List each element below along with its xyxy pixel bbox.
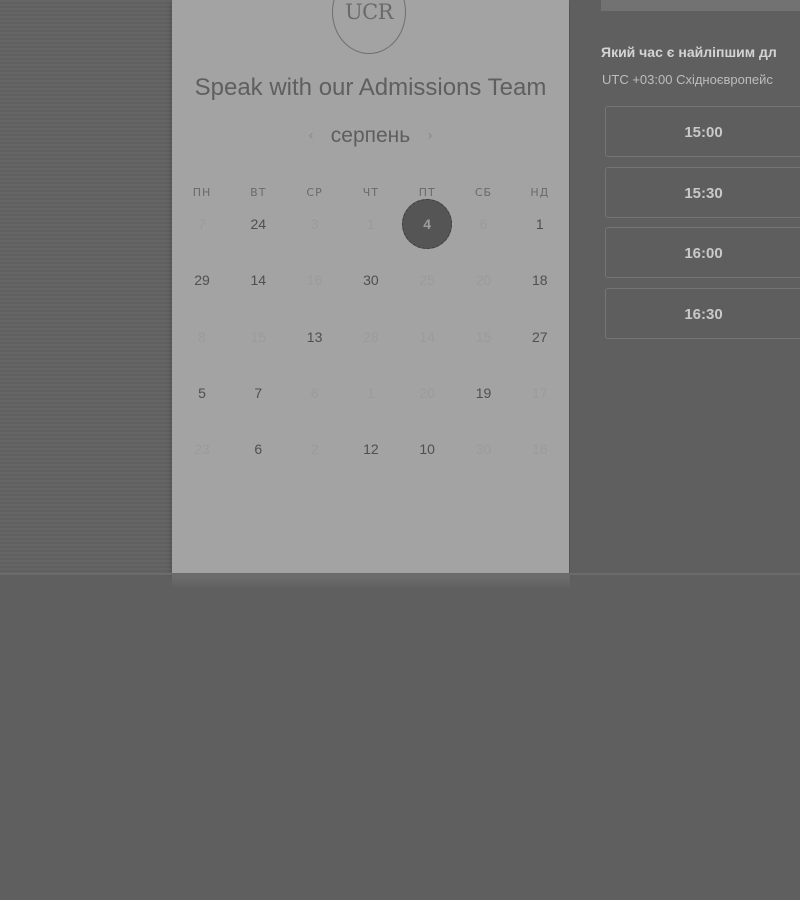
calendar-day: 6 — [310, 384, 319, 401]
ucr-logo: UCR — [332, 0, 406, 54]
month-label: серпень — [330, 124, 411, 147]
scheduler-page: UCR Speak with our Admissions Team ‹ сер… — [0, 0, 800, 900]
calendar-day: 7 — [198, 216, 206, 232]
weekday-label: ПН — [192, 186, 212, 199]
calendar-day[interactable]: 27 — [512, 315, 568, 359]
calendar-day[interactable]: 5 — [174, 371, 230, 415]
card-shadow — [172, 575, 570, 589]
calendar-grid: 7 24 3 1 4 6 1 29 14 16 30 25 20 18 8 15 13 28 14 15 27 5 7 6 1 2… — [174, 199, 569, 484]
top-button[interactable] — [601, 0, 800, 11]
calendar-day: 8 — [198, 328, 206, 345]
calendar-day: 20 — [475, 272, 492, 289]
calendar-day[interactable]: 6 — [230, 427, 286, 471]
time-slot-button[interactable]: 15:30 — [605, 166, 800, 218]
calendar-day: 3 — [310, 216, 319, 232]
calendar-day: 1 — [366, 216, 375, 232]
calendar-day: 25 — [419, 272, 435, 289]
calendar-day: 30 — [475, 441, 492, 458]
calendar-day: 14 — [419, 328, 435, 345]
calendar-day[interactable]: 30 — [343, 258, 399, 302]
time-slot-panel: Який час є найліпшим дл UTC +03:00 Східн… — [570, 0, 800, 573]
calendar-day: 1 — [366, 384, 375, 401]
time-slot-button[interactable]: 16:30 — [605, 287, 800, 339]
calendar-day[interactable]: 12 — [343, 427, 399, 471]
timezone-label[interactable]: UTC +03:00 Східноєвропейс — [602, 72, 773, 87]
weekday-header: ПН ВТ СР ЧТ ПТ СБ НД — [174, 186, 569, 202]
chevron-left-icon[interactable]: ‹ — [296, 128, 326, 144]
calendar-day[interactable]: 14 — [230, 258, 286, 302]
weekday-label: ВТ — [250, 186, 267, 199]
booking-card: UCR Speak with our Admissions Team ‹ сер… — [172, 0, 569, 573]
calendar-day[interactable]: 29 — [174, 258, 230, 302]
page-title: Speak with our Admissions Team — [194, 74, 547, 101]
time-slot-label: 16:30 — [684, 305, 723, 323]
time-slot-label: 15:30 — [684, 184, 723, 202]
time-slot-button[interactable]: 16:00 — [605, 227, 800, 278]
time-slot-button[interactable]: 15:00 — [605, 106, 800, 157]
calendar-day: 15 — [250, 328, 267, 345]
calendar-day[interactable]: 13 — [287, 315, 343, 359]
calendar-day[interactable]: 18 — [512, 258, 568, 302]
time-question: Який час є найліпшим дл — [601, 44, 777, 60]
logo-text: UCR — [344, 0, 394, 24]
calendar-day[interactable]: 10 — [399, 427, 455, 471]
left-panel — [0, 0, 172, 574]
time-slot-label: 16:00 — [684, 245, 723, 262]
calendar-day[interactable]: 1 — [512, 202, 568, 246]
calendar-day: 16 — [306, 272, 323, 289]
calendar-day[interactable]: 7 — [230, 371, 286, 415]
day-number: 4 — [423, 216, 432, 232]
time-slot-label: 15:00 — [684, 124, 723, 141]
calendar-day: 17 — [532, 384, 548, 401]
chevron-right-icon[interactable]: › — [415, 128, 445, 144]
calendar-day[interactable]: 19 — [456, 371, 512, 415]
month-navigation: ‹ серпень › — [172, 124, 569, 148]
calendar-day-selected[interactable]: 4 — [399, 199, 455, 249]
calendar-day[interactable]: 24 — [230, 202, 286, 246]
calendar-day: 6 — [479, 216, 488, 232]
weekday-label: ПТ — [418, 186, 436, 199]
calendar-day: 20 — [419, 384, 435, 401]
calendar-day: 16 — [532, 441, 548, 458]
weekday-label: НД — [530, 186, 550, 199]
calendar-day: 2 — [310, 441, 319, 458]
weekday-label: СР — [306, 186, 323, 199]
calendar-day: 23 — [194, 441, 210, 458]
calendar-day: 28 — [363, 328, 379, 345]
weekday-label: СБ — [474, 186, 493, 199]
calendar-day: 15 — [475, 328, 492, 345]
weekday-label: ЧТ — [362, 186, 380, 199]
